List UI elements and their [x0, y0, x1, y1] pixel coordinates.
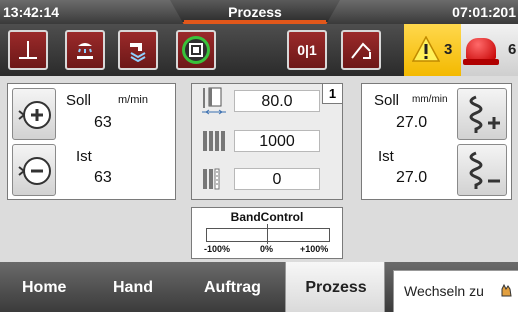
speed-soll-value: 63: [94, 114, 112, 131]
length-field[interactable]: 80.0: [234, 90, 320, 112]
nav-hand[interactable]: Hand: [113, 279, 153, 297]
feed-panel: Soll mm/min 27.0 Ist 27.0: [361, 83, 512, 200]
feed-increase-button[interactable]: [457, 88, 507, 140]
band-control-bar: [206, 228, 330, 242]
angle-button[interactable]: [341, 30, 381, 70]
speed-ist-label: Ist: [76, 148, 92, 165]
feed-ist-label: Ist: [378, 148, 394, 165]
nav-prozess-label: Prozess: [305, 279, 367, 296]
parameter-panel: 1 80.0 1000 0: [191, 83, 343, 200]
minus-circle-icon: [18, 157, 51, 185]
perpendicular-icon: [19, 41, 37, 59]
page-title: Prozess: [228, 4, 282, 20]
faucet-icon: [130, 43, 146, 62]
nav-prozess[interactable]: Prozess: [285, 262, 385, 312]
feed-ist-value: 27.0: [396, 169, 428, 186]
nav-home[interactable]: Home: [22, 279, 66, 297]
speed-unit: m/min: [118, 94, 148, 106]
cycle-icon: [189, 43, 203, 57]
feed-soll-value: 27.0: [396, 114, 428, 131]
alarm-lamp-icon: [463, 38, 499, 65]
band-control-panel[interactable]: BandControl -100% 0% +100%: [191, 207, 343, 259]
plus-circle-icon: [18, 101, 51, 129]
spring-minus-icon: [469, 151, 500, 189]
speed-decrease-button[interactable]: [12, 144, 56, 196]
band-control-min-label: -100%: [204, 244, 231, 254]
faucet-button[interactable]: [118, 30, 158, 70]
band-control-mid-label: 0%: [260, 244, 274, 254]
shower-icon: [77, 43, 93, 59]
quantity-icon: [203, 131, 225, 151]
current-time: 13:42:14: [3, 4, 60, 20]
feed-unit: mm/min: [412, 94, 448, 105]
warning-count: 3: [444, 41, 453, 58]
angle-icon: [351, 42, 371, 59]
speed-soll-label: Soll: [66, 92, 92, 109]
quantity-field[interactable]: 1000: [234, 130, 320, 152]
panel-index-badge: 1: [322, 84, 342, 104]
band-control-title: BandControl: [230, 210, 304, 224]
hand-icon: [501, 283, 512, 297]
feed-decrease-button[interactable]: [457, 144, 507, 196]
main-area: Soll m/min 63 Ist 63 1 80.0 1000 0 Soll …: [0, 76, 518, 262]
shower-button[interactable]: [65, 30, 105, 70]
length-icon: [202, 87, 226, 115]
error-count: 6: [508, 41, 517, 58]
perpendicular-button[interactable]: [8, 30, 48, 70]
nav-auftrag[interactable]: Auftrag: [204, 279, 261, 297]
title-bar: 13:42:14 Prozess 07:01:201: [0, 0, 518, 24]
band-control-max-label: +100%: [300, 244, 329, 254]
speed-increase-button[interactable]: [12, 88, 56, 140]
cycle-button[interactable]: [176, 30, 216, 70]
counter-icon: [203, 168, 220, 190]
on-off-button[interactable]: 0|1: [287, 30, 327, 70]
runtime-counter: 07:01:201: [452, 4, 516, 20]
warning-indicator[interactable]: 3: [404, 24, 461, 76]
feed-soll-label: Soll: [374, 92, 400, 109]
on-off-label: 0|1: [297, 42, 317, 58]
speed-ist-value: 63: [94, 169, 112, 186]
spring-plus-icon: [469, 95, 500, 133]
band-control-center-marker: [267, 224, 268, 244]
alarm-area: 3 6: [404, 24, 518, 76]
switch-to-button[interactable]: Wechseln zu: [393, 270, 518, 312]
speed-panel: Soll m/min 63 Ist 63: [7, 83, 176, 200]
bottom-navigation: Home Hand Auftrag Prozess Wechseln zu: [0, 262, 518, 312]
warning-icon: [412, 36, 440, 62]
error-indicator[interactable]: 6: [461, 24, 518, 76]
counter-field[interactable]: 0: [234, 168, 320, 190]
switch-to-label: Wechseln zu: [404, 283, 484, 299]
